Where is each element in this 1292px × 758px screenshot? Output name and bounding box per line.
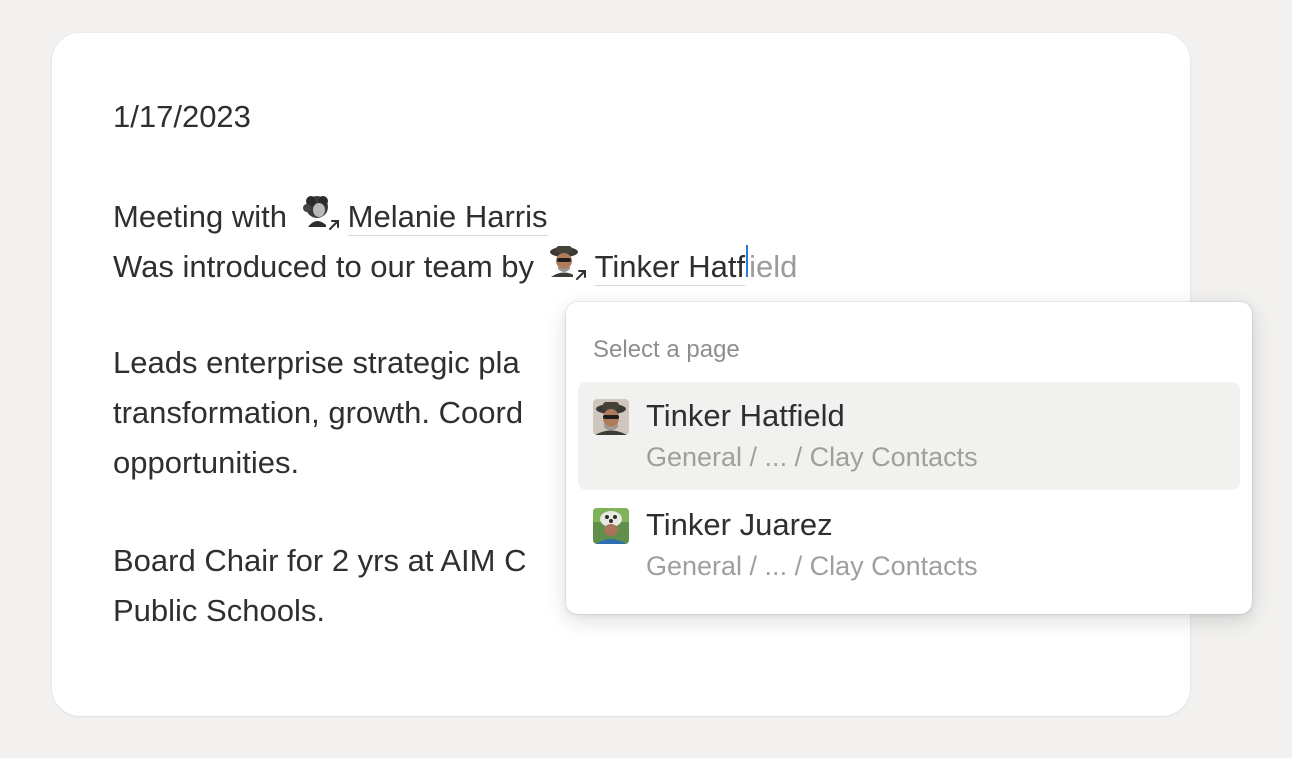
autocomplete-ghost-text: ield (749, 249, 798, 284)
link-arrow-icon (325, 217, 342, 233)
dropdown-header: Select a page (593, 336, 740, 363)
mention-typed-text[interactable]: Tinker Hatf (594, 250, 746, 286)
meeting-prefix: Meeting with (113, 199, 288, 234)
date-line: 1/17/2023 (113, 99, 251, 134)
mention-melanie-harris[interactable]: Melanie Harris (299, 193, 548, 236)
dropdown-item-path: General / ... / Clay Contacts (646, 442, 978, 472)
paragraph-2-line-2: Public Schools. (113, 593, 325, 628)
intro-prefix: Was introduced to our team by (113, 249, 534, 284)
link-arrow-icon (572, 267, 589, 283)
paragraph-2-line-1: Board Chair for 2 yrs at AIM C (113, 543, 527, 578)
avatar-tinker-icon (546, 243, 589, 283)
avatar-photo-icon (593, 508, 629, 544)
dropdown-item-title: Tinker Hatfield (646, 398, 845, 433)
meeting-line: Meeting with Melanie Harris (113, 193, 548, 239)
dropdown-item-tinker-juarez[interactable]: Tinker Juarez General / ... / Clay Conta… (578, 491, 1240, 599)
paragraph-1-line-1: Leads enterprise strategic pla (113, 345, 520, 380)
dropdown-item-title: Tinker Juarez (646, 507, 833, 542)
paragraph-1-line-2: transformation, growth. Coord (113, 395, 524, 430)
avatar-photo-icon (593, 399, 629, 435)
mention-draft-tinker[interactable]: Tinker Hatf ield (546, 243, 798, 289)
page-select-dropdown: Select a page Tinker Hatfield General / … (566, 302, 1252, 614)
text-caret (746, 245, 749, 277)
dropdown-item-path: General / ... / Clay Contacts (646, 551, 978, 581)
dropdown-item-tinker-hatfield[interactable]: Tinker Hatfield General / ... / Clay Con… (578, 382, 1240, 490)
avatar-melanie-icon (299, 193, 342, 233)
mention-name: Melanie Harris (347, 199, 548, 236)
intro-line: Was introduced to our team by Tinker Hat… (113, 243, 797, 289)
paragraph-1-line-3: opportunities. (113, 445, 300, 480)
